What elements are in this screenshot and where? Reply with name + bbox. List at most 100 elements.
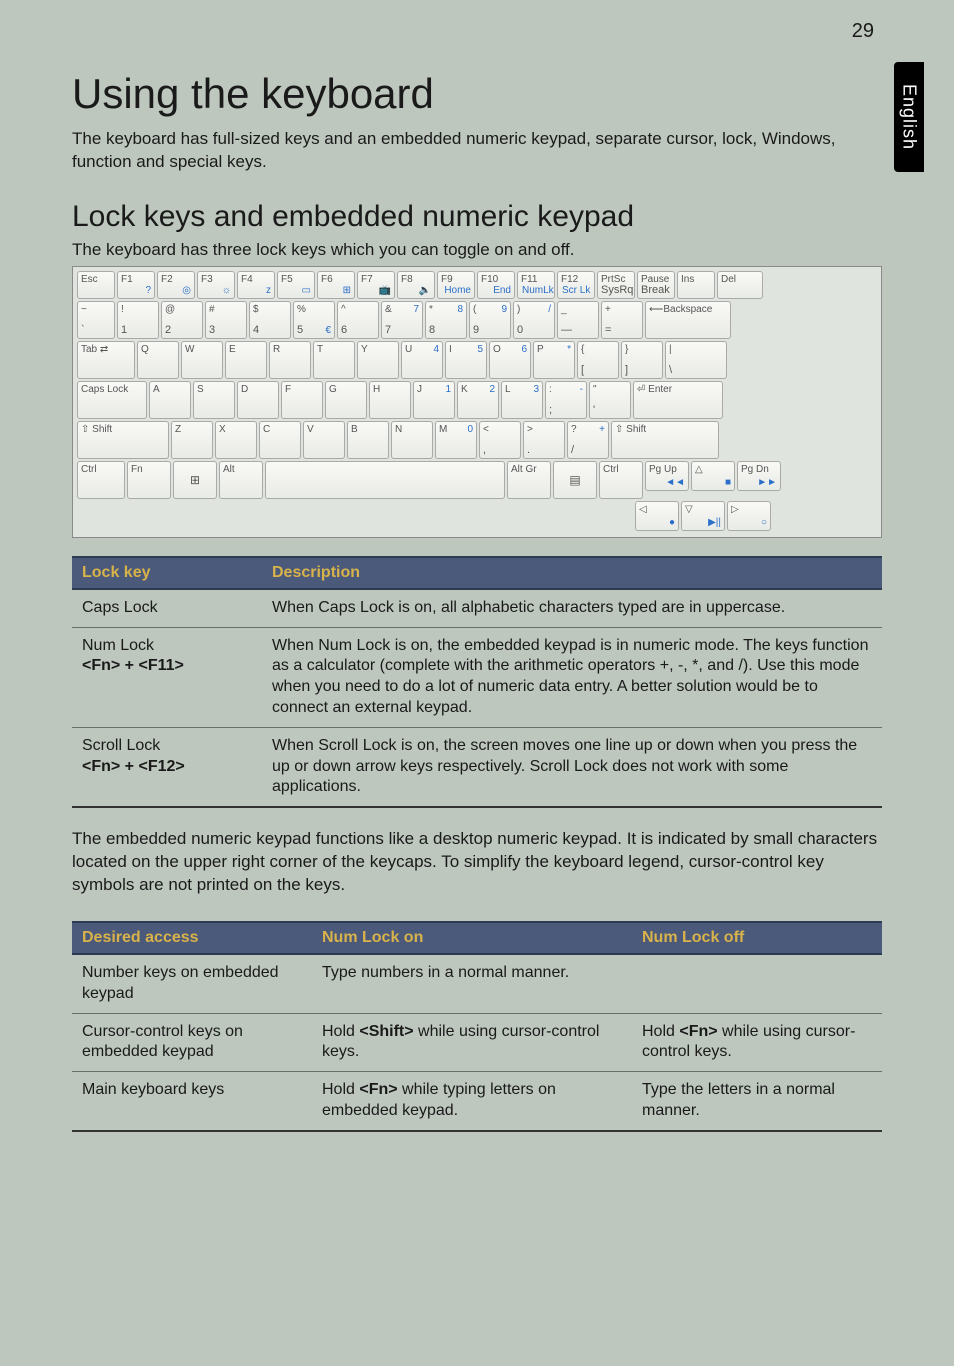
access-cell: Cursor-control keys on embedded keypad (72, 1013, 312, 1072)
access-cell: Number keys on embedded keypad (72, 954, 312, 1013)
keyboard-key: W (181, 341, 223, 379)
keyboard-key: Pg Dn►► (737, 461, 781, 491)
keyboard-key: ⏎ Enter (633, 381, 723, 419)
numlock-on-cell: Type numbers in a normal manner. (312, 954, 632, 1013)
keyboard-key: |\ (665, 341, 727, 379)
keyboard-key: "' (589, 381, 631, 419)
table-row: Scroll Lock<Fn> + <F12>When Scroll Lock … (72, 727, 882, 807)
keyboard-key: Del (717, 271, 763, 299)
keyboard-key: R (269, 341, 311, 379)
keyboard-key: O6 (489, 341, 531, 379)
keyboard-key: Esc (77, 271, 115, 299)
table-header: Desired access (72, 922, 312, 954)
keyboard-key: B (347, 421, 389, 459)
keyboard-key: I5 (445, 341, 487, 379)
keyboard-diagram: EscF1?F2◎F3☼F4zF5▭F6⊞F7📺F8🔈F9HomeF10EndF… (72, 266, 882, 538)
keyboard-key: P* (533, 341, 575, 379)
lock-key-cell: Num Lock<Fn> + <F11> (72, 627, 262, 727)
description-cell: When Num Lock is on, the embedded keypad… (262, 627, 882, 727)
keyboard-key: F5▭ (277, 271, 315, 299)
keyboard-key: S (193, 381, 235, 419)
keyboard-key: Alt Gr (507, 461, 551, 499)
keyboard-key: E (225, 341, 267, 379)
keyboard-key: Tab ⇄ (77, 341, 135, 379)
keyboard-key: <, (479, 421, 521, 459)
keyboard-key: F2◎ (157, 271, 195, 299)
table-row: Num Lock<Fn> + <F11>When Num Lock is on,… (72, 627, 882, 727)
keyboard-key: %5€ (293, 301, 335, 339)
keyboard-key: U4 (401, 341, 443, 379)
keyboard-key: PauseBreak (637, 271, 675, 299)
keyboard-key: ⊞ (173, 461, 217, 499)
language-tab: English (894, 62, 924, 172)
keyboard-key: ⟵Backspace (645, 301, 731, 339)
keyboard-key: Ins (677, 271, 715, 299)
keyboard-key: F10End (477, 271, 515, 299)
description-cell: When Caps Lock is on, all alphabetic cha… (262, 589, 882, 627)
keyboard-key: ◁● (635, 501, 679, 531)
section-intro: The keyboard has three lock keys which y… (72, 240, 882, 260)
numlock-on-cell: Hold <Shift> while using cursor-control … (312, 1013, 632, 1072)
keyboard-key: $4 (249, 301, 291, 339)
keyboard-key: #3 (205, 301, 247, 339)
keyboard-key: Alt (219, 461, 263, 499)
numlock-off-cell: Hold <Fn> while using cursor-control key… (632, 1013, 882, 1072)
keyboard-key: PrtScSysRq (597, 271, 635, 299)
keyboard-key: Q (137, 341, 179, 379)
keyboard-key: ?/+ (567, 421, 609, 459)
keyboard-key: D (237, 381, 279, 419)
table-row: Main keyboard keysHold <Fn> while typing… (72, 1072, 882, 1131)
table-header: Num Lock on (312, 922, 632, 954)
keyboard-key: F8🔈 (397, 271, 435, 299)
keyboard-key: Y (357, 341, 399, 379)
keyboard-key: Pg Up◄◄ (645, 461, 689, 491)
keyboard-key: F4z (237, 271, 275, 299)
keyboard-key: )0/ (513, 301, 555, 339)
lock-key-cell: Caps Lock (72, 589, 262, 627)
numlock-off-cell (632, 954, 882, 1013)
keyboard-key: Fn (127, 461, 171, 499)
keyboard-key: _— (557, 301, 599, 339)
keyboard-key: Ctrl (599, 461, 643, 499)
page-title: Using the keyboard (72, 70, 882, 118)
access-cell: Main keyboard keys (72, 1072, 312, 1131)
numlock-off-cell: Type the letters in a normal manner. (632, 1072, 882, 1131)
table-row: Number keys on embedded keypadType numbe… (72, 954, 882, 1013)
keyboard-key: (99 (469, 301, 511, 339)
keyboard-key: K2 (457, 381, 499, 419)
keyboard-key: M0 (435, 421, 477, 459)
table-row: Caps LockWhen Caps Lock is on, all alpha… (72, 589, 882, 627)
keyboard-key: L3 (501, 381, 543, 419)
keyboard-key: F6⊞ (317, 271, 355, 299)
keyboard-key: !1 (117, 301, 159, 339)
keyboard-key: ▷○ (727, 501, 771, 531)
mid-paragraph: The embedded numeric keypad functions li… (72, 828, 882, 897)
keyboard-key: △■ (691, 461, 735, 491)
keyboard-key: C (259, 421, 301, 459)
table-header: Description (262, 557, 882, 589)
keyboard-key: F12Scr Lk (557, 271, 595, 299)
keyboard-key (265, 461, 505, 499)
keyboard-key: ▤ (553, 461, 597, 499)
keyboard-key: G (325, 381, 367, 419)
keyboard-key: J1 (413, 381, 455, 419)
keyboard-key: {[ (577, 341, 619, 379)
intro-paragraph: The keyboard has full-sized keys and an … (72, 128, 882, 174)
desired-access-table: Desired access Num Lock on Num Lock off … (72, 921, 882, 1132)
keyboard-key: A (149, 381, 191, 419)
keyboard-key: *88 (425, 301, 467, 339)
description-cell: When Scroll Lock is on, the screen moves… (262, 727, 882, 807)
keyboard-key: Caps Lock (77, 381, 147, 419)
keyboard-key: >. (523, 421, 565, 459)
keyboard-key: F9Home (437, 271, 475, 299)
keyboard-key: ⇧ Shift (611, 421, 719, 459)
section-title: Lock keys and embedded numeric keypad (72, 200, 882, 234)
table-row: Cursor-control keys on embedded keypadHo… (72, 1013, 882, 1072)
keyboard-key: ^6 (337, 301, 379, 339)
keyboard-key: :;- (545, 381, 587, 419)
keyboard-key: &77 (381, 301, 423, 339)
table-header: Lock key (72, 557, 262, 589)
keyboard-key: }] (621, 341, 663, 379)
keyboard-key: += (601, 301, 643, 339)
keyboard-key: Z (171, 421, 213, 459)
